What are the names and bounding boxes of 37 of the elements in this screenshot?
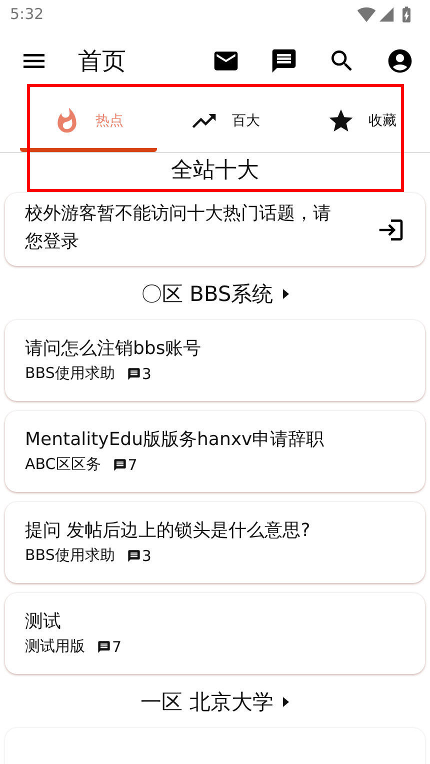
post-card[interactable]: MentalityEdu版版务hanxv申请辞职 ABC区区务 7 bbox=[5, 411, 425, 492]
post-title: 测试 bbox=[25, 610, 62, 633]
comment-icon bbox=[112, 458, 127, 472]
caret-icon bbox=[283, 697, 290, 707]
comment-icon bbox=[126, 548, 141, 562]
board-name: BBS使用求助 bbox=[25, 546, 115, 565]
post-title: MentalityEdu版版务hanxv申请辞职 bbox=[25, 428, 324, 451]
status-time: 5:32 bbox=[10, 5, 44, 23]
board-name: 测试用版 bbox=[25, 637, 85, 656]
caret-icon bbox=[283, 289, 290, 299]
login-notice: 校外游客暂不能访问十大热门话题，请您登录 bbox=[25, 202, 332, 254]
comment-icon bbox=[97, 640, 111, 654]
post-card[interactable]: 提问 发帖后边上的锁头是什么意思? BBS使用求助 3 bbox=[5, 502, 425, 583]
account-icon bbox=[386, 47, 414, 75]
message-icon bbox=[270, 47, 298, 75]
post-card[interactable]: 请问怎么注销bbs账号 BBS使用求助 3 bbox=[5, 320, 425, 401]
tab[interactable]: 百大 bbox=[156, 94, 294, 152]
wifi-icon bbox=[357, 4, 376, 24]
page-title: 首页 bbox=[78, 46, 127, 77]
comment-count: 7 bbox=[128, 456, 138, 474]
board-name: BBS使用求助 bbox=[25, 364, 115, 383]
login-card[interactable]: 校外游客暂不能访问十大热门话题，请您登录 bbox=[5, 193, 425, 266]
post-title: 提问 发帖后边上的锁头是什么意思? bbox=[25, 519, 310, 542]
comment-count: 7 bbox=[112, 638, 122, 656]
board-name: ABC区区务 bbox=[25, 455, 101, 474]
zone-link[interactable]: 一区 北京大学 bbox=[140, 688, 290, 716]
comment-count: 3 bbox=[142, 546, 152, 564]
post-title: 请问怎么注销bbs账号 bbox=[25, 337, 202, 360]
signal-icon bbox=[378, 6, 395, 22]
zone-link[interactable]: 〇区 BBS系统 bbox=[140, 280, 290, 308]
section-heading: 全站十大 bbox=[170, 157, 260, 185]
post-card[interactable]: 测试 测试用版 7 bbox=[5, 593, 425, 674]
message-button[interactable] bbox=[270, 47, 298, 75]
comment-icon bbox=[126, 366, 141, 380]
comment-count: 3 bbox=[142, 364, 152, 382]
tab[interactable]: 收藏 bbox=[293, 94, 430, 152]
account-button[interactable] bbox=[386, 47, 414, 75]
